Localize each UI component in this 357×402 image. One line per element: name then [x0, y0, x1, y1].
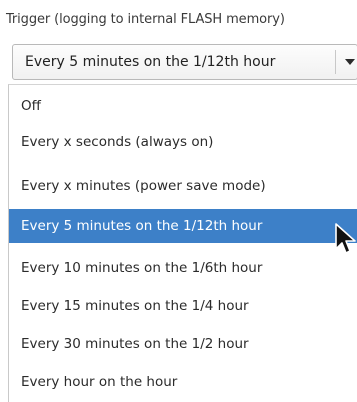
dropdown-option[interactable]: Every 30 minutes on the 1/2 hour — [9, 327, 357, 361]
combo-separator — [335, 50, 336, 74]
dropdown-option[interactable]: Every hour on the hour — [9, 365, 357, 399]
trigger-dropdown-list: Off Every x seconds (always on) Every x … — [8, 84, 357, 402]
dropdown-option[interactable]: Every x seconds (always on) — [9, 125, 357, 159]
trigger-group-label: Trigger (logging to internal FLASH memor… — [6, 12, 285, 27]
trigger-combo-box[interactable]: Every 5 minutes on the 1/12th hour — [12, 44, 357, 80]
trigger-combo-value: Every 5 minutes on the 1/12th hour — [25, 54, 276, 70]
dropdown-option[interactable]: Every 10 minutes on the 1/6th hour — [9, 251, 357, 285]
triangle-down-icon[interactable] — [341, 45, 357, 79]
mouse-pointer-icon — [334, 222, 357, 256]
dropdown-option-selected[interactable]: Every 5 minutes on the 1/12th hour — [9, 209, 357, 243]
dropdown-option[interactable]: Every 15 minutes on the 1/4 hour — [9, 289, 357, 323]
dropdown-option[interactable]: Off — [9, 89, 357, 123]
dropdown-option[interactable]: Every x minutes (power save mode) — [9, 169, 357, 203]
